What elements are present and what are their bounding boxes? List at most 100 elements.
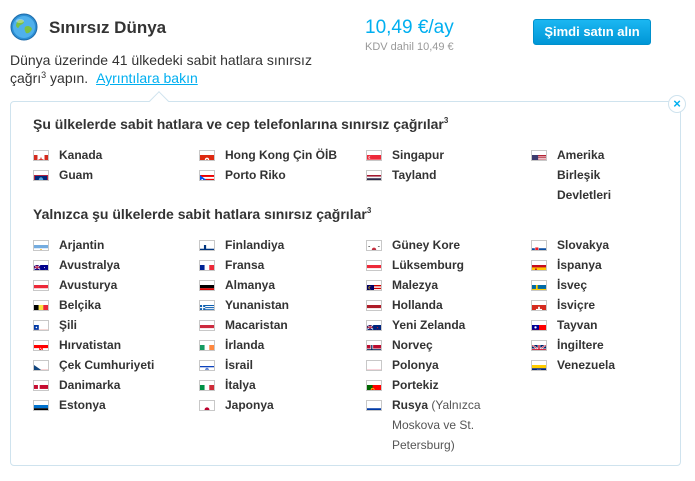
country-item-israil: İsrail bbox=[199, 355, 364, 375]
flag-my-icon bbox=[366, 280, 382, 291]
flag-pl-icon bbox=[366, 360, 382, 371]
country-name: Guam bbox=[59, 168, 94, 182]
vat-note: KDV dahil 10,49 € bbox=[365, 41, 454, 53]
flag-es-icon bbox=[531, 260, 547, 271]
country-item-almanya: Almanya bbox=[199, 275, 364, 295]
country-item-cek-cumhuriyeti: Çek Cumhuriyeti bbox=[33, 355, 198, 375]
country-column: Kanada Guam bbox=[33, 145, 198, 185]
country-item-ispanya: İspanya bbox=[531, 255, 695, 275]
close-icon[interactable]: × bbox=[668, 95, 686, 113]
country-name: İsrail bbox=[225, 358, 254, 372]
section-title-footnote: 3 bbox=[366, 206, 372, 215]
flag-au-icon bbox=[33, 260, 49, 271]
country-item-finlandiya: Finlandiya bbox=[199, 235, 364, 255]
flag-no-icon bbox=[366, 340, 382, 351]
section-title-text: Yalnızca şu ülkelerde sabit hatlara sını… bbox=[33, 206, 367, 222]
flag-be-icon bbox=[33, 300, 49, 311]
flag-gu-icon bbox=[33, 170, 49, 181]
country-item-fransa: Fransa bbox=[199, 255, 364, 275]
flag-us-icon bbox=[531, 150, 547, 161]
country-item-kanada: Kanada bbox=[33, 145, 198, 165]
country-item-porto-riko: Porto Riko bbox=[199, 165, 364, 185]
flag-th-icon bbox=[366, 170, 382, 181]
country-name: İspanya bbox=[557, 258, 602, 272]
section-title-mobile-landline: Şu ülkelerde sabit hatlara ve cep telefo… bbox=[33, 116, 448, 132]
country-name: Avustralya bbox=[59, 258, 120, 272]
flag-lu-icon bbox=[366, 260, 382, 271]
description-suffix: yapın. bbox=[46, 70, 89, 86]
country-item-rusya: Rusya (Yalnızca Moskova ve St. Petersbur… bbox=[366, 395, 486, 455]
country-name: Hırvatistan bbox=[59, 338, 122, 352]
country-name: Estonya bbox=[59, 398, 106, 412]
country-item-avusturya: Avusturya bbox=[33, 275, 198, 295]
country-item-hirvatistan: Hırvatistan bbox=[33, 335, 198, 355]
flag-kr-icon bbox=[366, 240, 382, 251]
flag-gr-icon bbox=[199, 300, 215, 311]
country-name: Hong Kong Çin ÖİB bbox=[225, 148, 337, 162]
country-name: Venezuela bbox=[557, 358, 616, 372]
country-item-guam: Guam bbox=[33, 165, 198, 185]
country-column: Finlandiya Fransa Almanya Yunanistan Macaris… bbox=[199, 235, 364, 415]
country-name: Rusya bbox=[392, 398, 429, 412]
globe-icon bbox=[10, 13, 38, 41]
country-column: Singapur Tayland bbox=[366, 145, 531, 185]
buy-now-button[interactable]: Şimdi satın alın bbox=[533, 19, 651, 45]
country-name: Norveç bbox=[392, 338, 433, 352]
country-name: Şili bbox=[59, 318, 78, 332]
country-item-malezya: Malezya bbox=[366, 275, 531, 295]
flag-hu-icon bbox=[199, 320, 215, 331]
flag-ch-icon bbox=[531, 300, 547, 311]
country-name: Macaristan bbox=[225, 318, 288, 332]
country-name: Singapur bbox=[392, 148, 445, 162]
flag-cz-icon bbox=[33, 360, 49, 371]
flag-ru-icon bbox=[366, 400, 382, 411]
country-column: Amerika Birleşik Devletleri bbox=[531, 145, 695, 205]
flag-il-icon bbox=[199, 360, 215, 371]
country-item-tayvan: Tayvan bbox=[531, 315, 695, 335]
flag-hk-icon bbox=[199, 150, 215, 161]
country-name: Tayland bbox=[392, 168, 437, 182]
flag-fi-icon bbox=[199, 240, 215, 251]
country-item-danimarka: Danimarka bbox=[33, 375, 198, 395]
flag-jp-icon bbox=[199, 400, 215, 411]
country-item-isvec: İsveç bbox=[531, 275, 695, 295]
country-name: Danimarka bbox=[59, 378, 121, 392]
plan-title: Sınırsız Dünya bbox=[49, 18, 167, 37]
country-name: Finlandiya bbox=[225, 238, 285, 252]
country-item-tayland: Tayland bbox=[366, 165, 531, 185]
country-item-venezuela: Venezuela bbox=[531, 355, 695, 375]
country-name: Kanada bbox=[59, 148, 103, 162]
country-name: Hollanda bbox=[392, 298, 443, 312]
country-name: İngiltere bbox=[557, 338, 604, 352]
section-title-text: Şu ülkelerde sabit hatlara ve cep telefo… bbox=[33, 116, 444, 132]
country-name: İrlanda bbox=[225, 338, 265, 352]
plan-description: Dünya üzerinde 41 ülkedeki sabit hatlara… bbox=[10, 51, 350, 87]
flag-sk-icon bbox=[531, 240, 547, 251]
country-name: Yeni Zelanda bbox=[392, 318, 466, 332]
flag-fr-icon bbox=[199, 260, 215, 271]
flag-ve-icon bbox=[531, 360, 547, 371]
section-title-landline-only: Yalnızca şu ülkelerde sabit hatlara sını… bbox=[33, 206, 371, 222]
country-item-macaristan: Macaristan bbox=[199, 315, 364, 335]
country-item-amerika-birlesik-devletleri: Amerika Birleşik Devletleri bbox=[531, 145, 651, 205]
price: 10,49 €/ay bbox=[365, 17, 454, 38]
flag-de-icon bbox=[199, 280, 215, 291]
country-item-singapur: Singapur bbox=[366, 145, 531, 165]
flag-tw-icon bbox=[531, 320, 547, 331]
country-item-polonya: Polonya bbox=[366, 355, 531, 375]
plan-header: Sınırsız Dünya Dünya üzerinde 41 ülkedek… bbox=[0, 0, 695, 92]
country-name: İtalya bbox=[225, 378, 256, 392]
country-name: Arjantin bbox=[59, 238, 105, 252]
country-name: Polonya bbox=[392, 358, 439, 372]
flag-hr-icon bbox=[33, 340, 49, 351]
country-item-slovakya: Slovakya bbox=[531, 235, 695, 255]
country-item-norvec: Norveç bbox=[366, 335, 531, 355]
country-name: Almanya bbox=[225, 278, 276, 292]
flag-dk-icon bbox=[33, 380, 49, 391]
flag-ca-icon bbox=[33, 150, 49, 161]
country-item-sili: Şili bbox=[33, 315, 198, 335]
details-link[interactable]: Ayrıntılara bakın bbox=[96, 70, 198, 86]
flag-se-icon bbox=[531, 280, 547, 291]
country-column: Slovakya İspanya İsveç İsviçre Tayvan İngilte… bbox=[531, 235, 695, 375]
country-name: Porto Riko bbox=[225, 168, 286, 182]
